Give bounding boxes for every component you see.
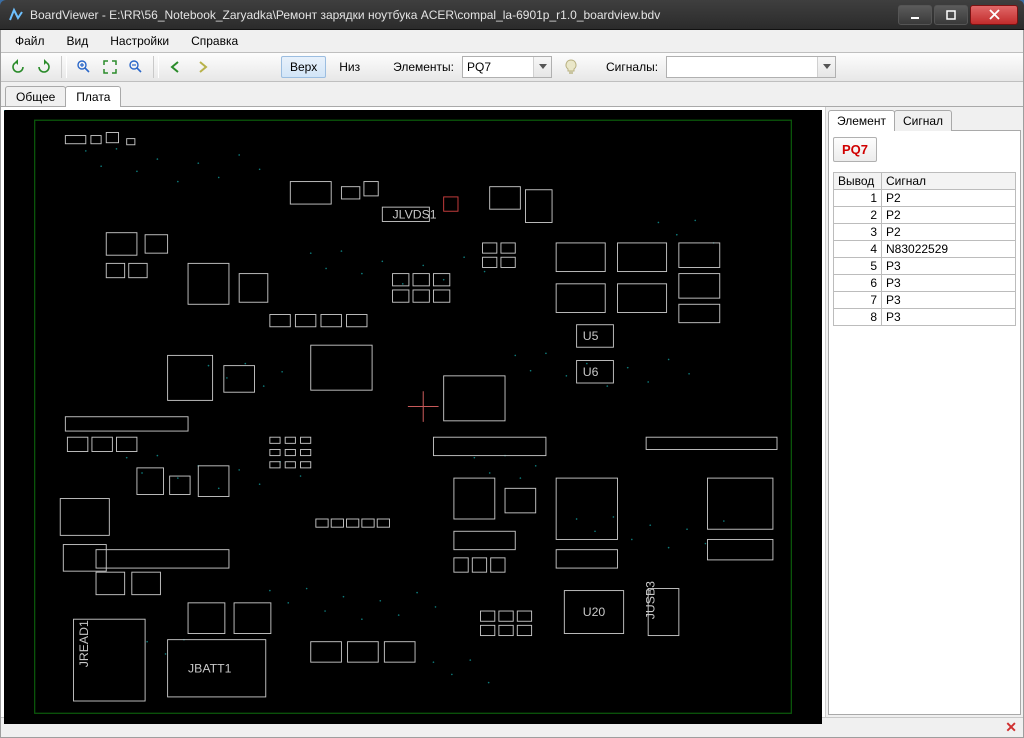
minimize-button[interactable] (898, 5, 932, 25)
label-u20: U20 (583, 605, 606, 619)
tab-general[interactable]: Общее (5, 86, 66, 107)
pin-signal: P3 (882, 258, 1016, 275)
zoom-fit-icon[interactable] (99, 56, 121, 78)
col-pin[interactable]: Вывод (834, 173, 882, 190)
side-bottom-label: Низ (339, 60, 360, 74)
label-u6: U6 (583, 365, 599, 379)
pin-number: 2 (834, 207, 882, 224)
right-tabs: Элемент Сигнал (828, 109, 1021, 130)
side-bottom-button[interactable]: Низ (330, 56, 369, 78)
titlebar[interactable]: BoardViewer - E:\RR\56_Notebook_Zaryadka… (0, 0, 1024, 30)
chevron-down-icon[interactable] (817, 57, 835, 77)
signals-combo[interactable] (666, 56, 836, 78)
toolbar-separator (153, 56, 159, 78)
app-window: BoardViewer - E:\RR\56_Notebook_Zaryadka… (0, 0, 1024, 738)
elements-combo[interactable] (462, 56, 552, 78)
window-title: BoardViewer - E:\RR\56_Notebook_Zaryadka… (30, 8, 896, 22)
menubar: Файл Вид Настройки Справка (1, 30, 1023, 52)
chevron-down-icon[interactable] (533, 57, 551, 77)
selected-chip-wrap: PQ7 (833, 137, 1016, 162)
table-row[interactable]: 8P3 (834, 309, 1016, 326)
pin-signal: P2 (882, 224, 1016, 241)
back-icon[interactable] (165, 56, 187, 78)
pin-signal: P3 (882, 275, 1016, 292)
tab-signal[interactable]: Сигнал (894, 110, 952, 131)
zoom-out-icon[interactable] (125, 56, 147, 78)
pin-number: 4 (834, 241, 882, 258)
app-icon (8, 7, 24, 23)
maximize-button[interactable] (934, 5, 968, 25)
signals-input[interactable] (667, 57, 817, 77)
rotate-cw-icon[interactable] (33, 56, 55, 78)
table-row[interactable]: 1P2 (834, 190, 1016, 207)
pin-number: 6 (834, 275, 882, 292)
label-jbatt1: JBATT1 (188, 661, 232, 675)
pin-signal: P2 (882, 207, 1016, 224)
pin-signal: N83022529 (882, 241, 1016, 258)
table-row[interactable]: 7P3 (834, 292, 1016, 309)
pin-signal: P3 (882, 309, 1016, 326)
elements-input[interactable] (463, 57, 533, 77)
side-top-label: Верх (290, 60, 317, 74)
label-u5: U5 (583, 329, 599, 343)
table-row[interactable]: 2P2 (834, 207, 1016, 224)
label-jusb3: JUSB3 (643, 581, 657, 619)
menu-file[interactable]: Файл (5, 32, 55, 50)
table-row[interactable]: 6P3 (834, 275, 1016, 292)
menu-help[interactable]: Справка (181, 32, 248, 50)
table-row[interactable]: 3P2 (834, 224, 1016, 241)
menu-settings[interactable]: Настройки (100, 32, 179, 50)
status-close-icon[interactable]: ✕ (1005, 719, 1017, 736)
right-panel: Элемент Сигнал PQ7 Вывод Сигнал (825, 107, 1023, 717)
pin-number: 3 (834, 224, 882, 241)
col-signal[interactable]: Сигнал (882, 173, 1016, 190)
window-buttons (896, 5, 1018, 25)
pin-number: 7 (834, 292, 882, 309)
board-viewport[interactable]: JLVDS1 U5 U6 (4, 110, 822, 714)
table-row[interactable]: 5P3 (834, 258, 1016, 275)
pin-number: 8 (834, 309, 882, 326)
menu-view[interactable]: Вид (57, 32, 99, 50)
client-area: Файл Вид Настройки Справка Верх Низ Элем… (0, 30, 1024, 738)
main-tabs: Общее Плата (1, 82, 1023, 106)
signals-label: Сигналы: (606, 60, 658, 74)
pcb-canvas[interactable]: JLVDS1 U5 U6 (4, 110, 822, 724)
side-top-button[interactable]: Верх (281, 56, 326, 78)
right-body: PQ7 Вывод Сигнал 1P22P23P24N830225295P36… (828, 130, 1021, 715)
toolbar-separator (61, 56, 67, 78)
label-jlvds1: JLVDS1 (393, 207, 437, 221)
rotate-ccw-icon[interactable] (7, 56, 29, 78)
pin-signal: P2 (882, 190, 1016, 207)
tab-board[interactable]: Плата (65, 86, 121, 107)
pins-table: Вывод Сигнал 1P22P23P24N830225295P36P37P… (833, 172, 1016, 326)
label-jread1: JREAD1 (77, 620, 91, 667)
table-row[interactable]: 4N83022529 (834, 241, 1016, 258)
pin-number: 1 (834, 190, 882, 207)
pin-signal: P3 (882, 292, 1016, 309)
bulb-icon[interactable] (560, 56, 582, 78)
zoom-in-icon[interactable] (73, 56, 95, 78)
forward-icon[interactable] (191, 56, 213, 78)
workspace: JLVDS1 U5 U6 (1, 106, 1023, 717)
tab-element[interactable]: Элемент (828, 110, 895, 131)
elements-label: Элементы: (393, 60, 454, 74)
pin-number: 5 (834, 258, 882, 275)
toolbar: Верх Низ Элементы: Сигналы: (1, 52, 1023, 82)
selected-element-chip[interactable]: PQ7 (833, 137, 877, 162)
close-button[interactable] (970, 5, 1018, 25)
